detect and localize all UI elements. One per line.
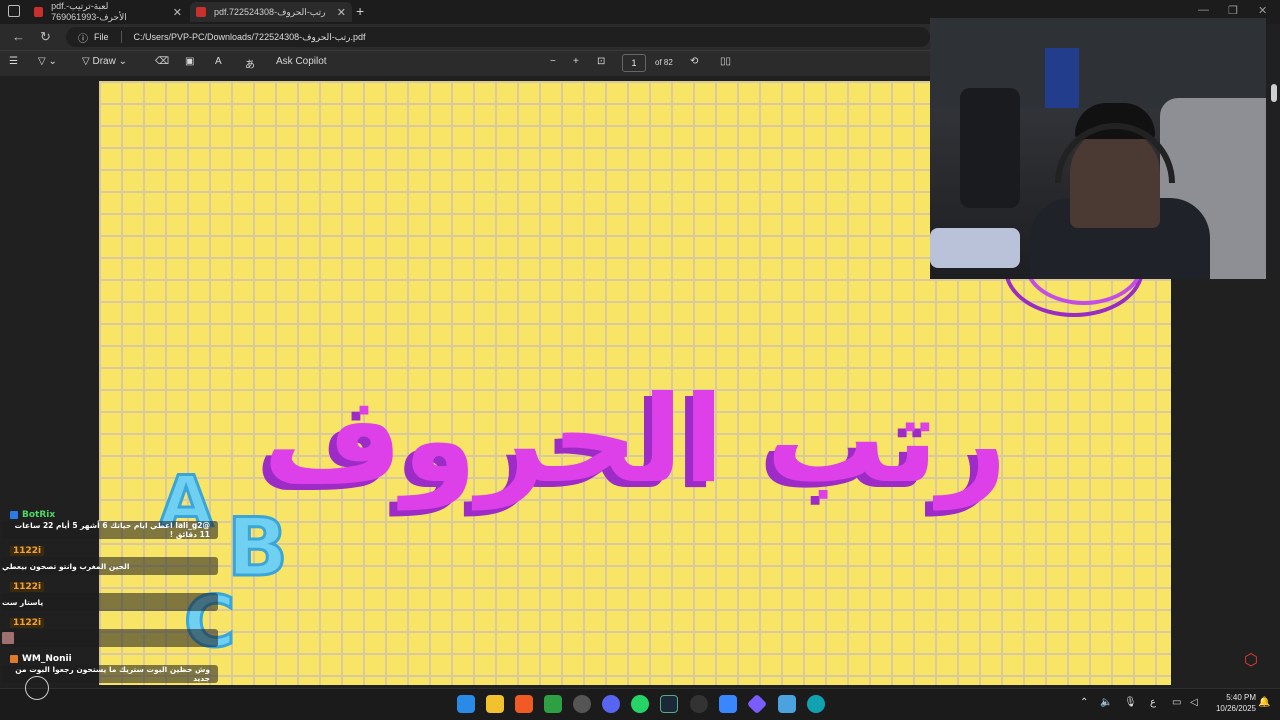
zoom-in-icon[interactable]: +	[573, 56, 579, 67]
pdf-icon	[34, 7, 44, 17]
tab-1-label: pdf.لعبة-ترتيب-الأحرف-769061993	[51, 1, 127, 22]
draw-label: Draw	[92, 56, 116, 67]
chat-username: BotRix	[22, 510, 56, 520]
editor-icon[interactable]	[719, 695, 737, 713]
app-icon[interactable]	[690, 695, 708, 713]
chat-user-4: 1122i	[10, 618, 45, 628]
chat-user-2: 1122i	[10, 546, 45, 556]
whatsapp-icon[interactable]	[631, 695, 649, 713]
chat-user-1: BotRix	[10, 510, 55, 520]
chat-message-1: @lali_g2 اعطي ايام حياتك 6 أشهر 5 أيام 2…	[2, 521, 218, 539]
emote-icon	[2, 632, 14, 644]
speaker-icon[interactable]: 🔈	[1100, 697, 1112, 708]
steam-icon[interactable]	[660, 695, 678, 713]
file-explorer-icon[interactable]	[486, 695, 504, 713]
page-total: of 82	[655, 58, 673, 67]
acrobat-icon: ⬡	[1244, 652, 1258, 669]
scrollbar-thumb[interactable]	[1271, 84, 1277, 102]
refresh-icon[interactable]: ↻	[40, 29, 51, 45]
chat-user-3: 1122i	[10, 582, 45, 592]
address-field[interactable]: ⓘ File C:/Users/PVP-PC/Downloads/7225243…	[66, 27, 930, 47]
minimize-icon[interactable]: —	[1198, 4, 1209, 16]
notification-bell-icon[interactable]: 🔔	[1258, 697, 1270, 708]
new-tab-icon[interactable]: +	[356, 3, 364, 19]
webcam-overlay	[930, 18, 1266, 279]
maximize-icon[interactable]: ❐	[1228, 4, 1238, 17]
chat-user-5: WM_Nonii	[10, 654, 72, 664]
highlight-icon[interactable]: ▽ ⌄	[38, 56, 57, 67]
sub-badge-icon	[10, 655, 18, 663]
file-label: File	[94, 32, 109, 42]
back-icon[interactable]: ←	[12, 29, 25, 44]
chat-username: 1122i	[10, 546, 45, 556]
tab-2[interactable]: pdf.رتب-الحروف-722524308 ✕	[190, 2, 352, 22]
chat-username: WM_Nonii	[22, 654, 72, 664]
chat-username: 1122i	[10, 582, 45, 592]
ask-copilot-button[interactable]: Ask Copilot	[276, 56, 327, 67]
info-icon: ⓘ	[78, 33, 88, 45]
fit-page-icon[interactable]: ⊡	[597, 56, 605, 67]
mic-icon[interactable]: 🎙	[1124, 697, 1137, 708]
microphone-arm	[930, 228, 1020, 268]
chat-username: 1122i	[10, 618, 45, 628]
clock-date: 10/26/2025	[1215, 704, 1256, 713]
letter-bubble-b: B	[226, 500, 290, 596]
draw-button[interactable]: ▽ Draw ⌄	[82, 56, 127, 67]
pdf-toolbar	[0, 50, 930, 76]
brave-icon[interactable]	[515, 695, 533, 713]
close-tab-icon[interactable]: ✕	[337, 6, 346, 19]
close-tab-icon[interactable]: ✕	[173, 6, 182, 19]
address-path: C:/Users/PVP-PC/Downloads/722524308-رتب-…	[133, 31, 366, 42]
edge-icon[interactable]	[807, 695, 825, 713]
read-aloud-icon[interactable]: A	[215, 56, 222, 67]
pdf-icon	[196, 7, 206, 17]
stream-chat: BotRix @lali_g2 اعطي ايام حياتك 6 أشهر 5…	[0, 508, 220, 688]
chat-message-4	[2, 629, 218, 647]
contents-icon[interactable]: ☰	[9, 56, 18, 67]
two-page-view-icon[interactable]: ▯▯	[720, 56, 731, 67]
chat-message-2: الحين المغرب وانتو تصحون بيعطي	[2, 557, 218, 575]
start-icon[interactable]	[457, 695, 475, 713]
eraser-icon[interactable]: ⌫	[155, 56, 169, 67]
headphones	[1055, 123, 1175, 183]
rotate-icon[interactable]: ⟲	[690, 56, 698, 67]
language-indicator[interactable]: ع	[1150, 697, 1156, 708]
window-menu-icon[interactable]	[8, 5, 20, 17]
xbox-icon[interactable]	[544, 695, 562, 713]
close-window-icon[interactable]: ✕	[1258, 4, 1267, 17]
page-number-input[interactable]: 1	[622, 54, 646, 72]
discord-icon[interactable]	[602, 695, 620, 713]
tool-icon[interactable]	[778, 695, 796, 713]
tab-2-label: pdf.رتب-الحروف-722524308	[214, 6, 326, 17]
text-box-icon[interactable]: ▣	[185, 56, 194, 67]
obs-icon[interactable]	[573, 695, 591, 713]
wall-banner	[1045, 48, 1079, 108]
hanging-jacket	[960, 88, 1020, 208]
page-headline: رتب الحروف	[262, 371, 1008, 510]
search-circle-icon[interactable]	[25, 676, 49, 700]
clock-time: 5:40 PM	[1226, 693, 1256, 702]
volume-icon[interactable]: ◁	[1190, 697, 1198, 708]
clock[interactable]: 5:40 PM 10/26/2025	[1206, 692, 1256, 714]
zoom-out-icon[interactable]: −	[550, 56, 556, 67]
tab-1[interactable]: pdf.لعبة-ترتيب-الأحرف-769061993 ✕	[28, 1, 188, 22]
tray-chevron-icon[interactable]: ⌃	[1080, 697, 1088, 708]
mod-badge-icon	[10, 511, 18, 519]
network-icon[interactable]: ▭	[1172, 697, 1181, 708]
translate-icon[interactable]: あ	[245, 56, 255, 71]
chat-message-3: ياستار ست	[2, 593, 218, 611]
separator	[120, 31, 122, 43]
